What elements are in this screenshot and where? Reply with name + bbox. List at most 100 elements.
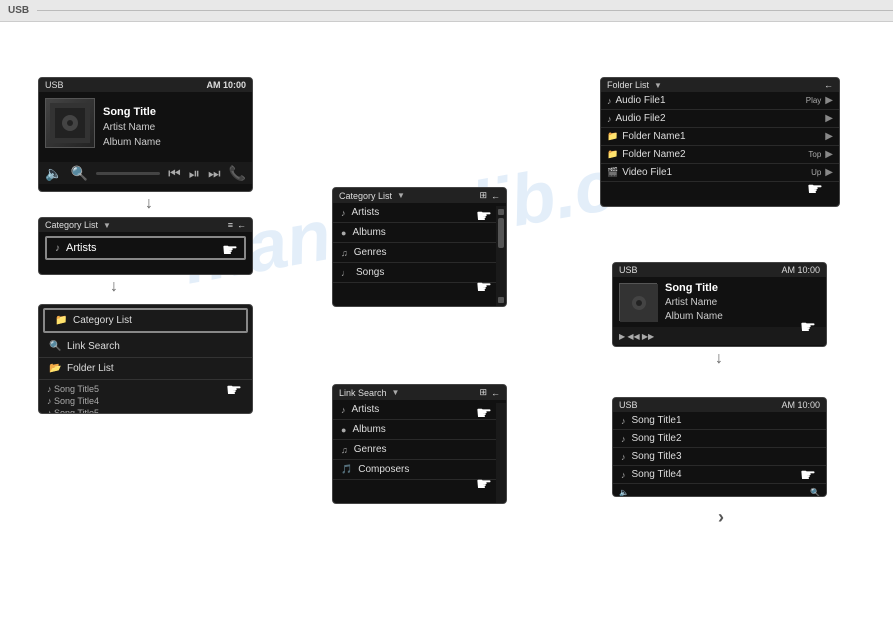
- play-icon[interactable]: ⏯: [189, 165, 200, 182]
- hand-cursor-4: ☛: [476, 277, 492, 298]
- mute-icon[interactable]: 🔈: [45, 165, 62, 182]
- song-list-item-2[interactable]: ♪ Song Title2: [613, 430, 826, 448]
- usb-song-content: Song Title Artist Name Album Name: [613, 277, 826, 327]
- folder-name1-left: 📁 Folder Name1: [607, 131, 686, 142]
- phone-icon[interactable]: 📞: [229, 165, 246, 182]
- audio1-label: Audio File1: [616, 95, 666, 106]
- linksearch-icon1[interactable]: ⊞: [479, 387, 487, 398]
- back-icon[interactable]: ←: [237, 220, 246, 230]
- song-list: ♪ Song Title5 ♪ Song Title4 ♪ Song Title…: [39, 380, 252, 414]
- catlist-center-title: Category List: [339, 191, 392, 201]
- song3-icon: ♪: [621, 452, 626, 462]
- menu-link-search[interactable]: 🔍 Link Search: [39, 336, 252, 358]
- linksearch-dropdown[interactable]: ▼: [392, 388, 400, 397]
- folder-name2-left: 📁 Folder Name2: [607, 149, 686, 160]
- dropdown-arrow[interactable]: ▼: [103, 221, 111, 230]
- folder-back[interactable]: ←: [824, 80, 833, 90]
- sl-search: 🔍: [810, 488, 820, 497]
- next-icon[interactable]: ⏭: [208, 165, 221, 182]
- catlist-dropdown[interactable]: ▼: [397, 191, 405, 200]
- song2-title: Song Title2: [632, 433, 682, 444]
- category-list-screen: Category List ▼ ≡ ← ♪ Artists ☛: [38, 217, 253, 275]
- album-name: Album Name: [103, 137, 161, 148]
- chevron-5: ▶: [825, 167, 833, 178]
- search-icon-2: 🔍: [49, 341, 61, 352]
- scrollbar[interactable]: [496, 206, 506, 306]
- usb-song-ctrl: ▶ ◀◀ ▶▶: [619, 332, 654, 341]
- album-art: [45, 98, 95, 148]
- folder-list-title: Folder List: [607, 80, 649, 90]
- genres-icon: ♫: [341, 248, 348, 258]
- usb-main-header-right: AM 10:00: [206, 80, 246, 90]
- folder-icon-2: 📁: [607, 149, 618, 160]
- scroll-thumb: [498, 218, 504, 248]
- song4-title: Song Title4: [632, 469, 682, 480]
- hand-cursor-1: ☛: [222, 240, 238, 261]
- folder-name2[interactable]: 📁 Folder Name2 Top ▶: [601, 146, 839, 164]
- artists-label: Artists: [66, 242, 97, 254]
- linksearch-screen: Link Search ▼ ⊞ ← ♪ Artists ● Albums ♫ G…: [332, 384, 507, 504]
- song-list-item-3[interactable]: ♪ Song Title3: [613, 448, 826, 466]
- song-list-item-1[interactable]: ♪ Song Title1: [613, 412, 826, 430]
- usb-main-header: USB AM 10:00: [39, 78, 252, 92]
- catlist-genres[interactable]: ♫ Genres: [333, 243, 506, 263]
- catlist-artists-label: Artists: [352, 207, 380, 218]
- folder-audio2-right: ▶: [825, 113, 833, 124]
- hand-cursor-2: ☛: [226, 380, 242, 401]
- menu-category-list[interactable]: 📁 Category List: [43, 308, 248, 333]
- folder-audio1-right: Play ▶: [806, 95, 833, 106]
- folder-list-header: Folder List ▼ ←: [601, 78, 839, 92]
- catlist-icon1[interactable]: ⊞: [479, 190, 487, 201]
- songlist-header: USB AM 10:00: [613, 398, 826, 412]
- hand-cursor-5: ☛: [476, 403, 492, 424]
- usb-song-title: Song Title: [665, 282, 723, 294]
- song1-title: Song Title1: [632, 415, 682, 426]
- folder-list-icon: 📂: [49, 363, 61, 374]
- folder-audio1[interactable]: ♪ Audio File1 Play ▶: [601, 92, 839, 110]
- audio-icon-2: ♪: [607, 114, 612, 124]
- usb-song-left: USB: [619, 265, 638, 275]
- artist-icon: ♪: [55, 243, 60, 254]
- folder-video1-right: Up ▶: [811, 167, 833, 178]
- usb-song-artist: Artist Name: [665, 297, 723, 308]
- linksearch-genres[interactable]: ♫ Genres: [333, 440, 506, 460]
- ls-composers-icon: 🎵: [341, 464, 352, 475]
- catlist-genres-label: Genres: [354, 247, 387, 258]
- song-list-item-4[interactable]: ♪ Song Title4: [613, 466, 826, 484]
- song-note-3: ♪: [47, 408, 54, 414]
- folder-dropdown[interactable]: ▼: [654, 81, 662, 90]
- linksearch-back[interactable]: ←: [491, 388, 500, 398]
- ls-genres-label: Genres: [354, 444, 387, 455]
- ls-artists-icon: ♪: [341, 405, 346, 415]
- prev-icon[interactable]: ⏮: [168, 165, 181, 182]
- song-item-1: ♪ Song Title5: [47, 383, 244, 395]
- menu-folder-list[interactable]: 📂 Folder List: [39, 358, 252, 380]
- menu-linksearch-label: Link Search: [67, 341, 120, 352]
- song-title: Song Title: [103, 106, 161, 118]
- chevron-2: ▶: [825, 113, 833, 124]
- songlist-controls: 🔈 🔍: [613, 484, 826, 497]
- menu-catlist-label: Category List: [73, 315, 132, 326]
- folder-name1[interactable]: 📁 Folder Name1 ▶: [601, 128, 839, 146]
- hand-cursor-9: ☛: [800, 465, 816, 486]
- ls-genres-icon: ♫: [341, 445, 348, 455]
- hand-cursor-6: ☛: [476, 474, 492, 495]
- arrow-3: ↓: [715, 350, 723, 368]
- usb-main-time: AM 10:00: [206, 80, 246, 90]
- search-icon[interactable]: 🔍: [70, 165, 87, 182]
- list-icon[interactable]: ≡: [228, 220, 233, 230]
- folder-video1[interactable]: 🎬 Video File1 Up ▶: [601, 164, 839, 182]
- linksearch-scrollbar[interactable]: [496, 403, 506, 503]
- song2-icon: ♪: [621, 434, 626, 444]
- menu-folderlist-label: Folder List: [67, 363, 114, 374]
- usb-song-header: USB AM 10:00: [613, 263, 826, 277]
- category-title: Category List: [45, 220, 98, 230]
- usb-main-content: Song Title Artist Name Album Name: [39, 92, 252, 162]
- sl-vol: 🔈: [619, 488, 629, 497]
- folder-audio2[interactable]: ♪ Audio File2 ▶: [601, 110, 839, 128]
- artists-item[interactable]: ♪ Artists: [45, 236, 246, 260]
- usb-song-info: Song Title Artist Name Album Name: [665, 283, 723, 321]
- artists-icon: ♪: [341, 208, 346, 218]
- top-bar-line: [37, 10, 893, 11]
- catlist-back[interactable]: ←: [491, 191, 500, 201]
